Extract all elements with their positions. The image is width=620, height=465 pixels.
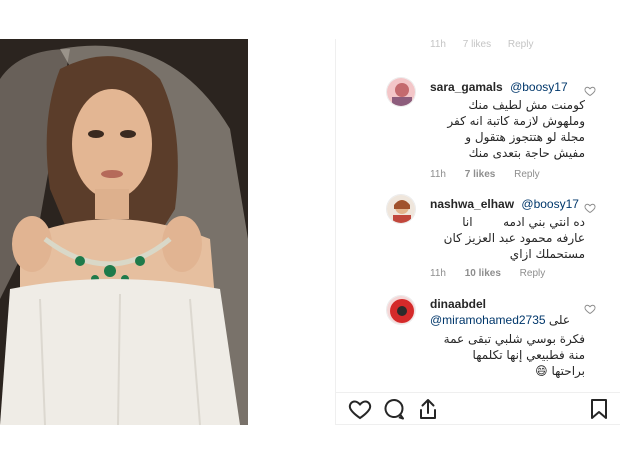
comment-text: ده انتي بني ادمه انا عارفه محمود عبد الع…: [430, 214, 585, 262]
comment-time: 11h: [430, 268, 446, 279]
comment-header: dinaabdel: [430, 297, 486, 311]
comment-header: nashwa_elhaw @boosy17: [430, 197, 579, 211]
comment-line: ده انتي بني ادمه انا: [430, 214, 585, 230]
comment-time: 11h: [430, 39, 446, 50]
comment-likes[interactable]: 7 likes: [463, 39, 491, 50]
comment-mention-line: @miramohamed2735 على: [430, 313, 570, 327]
share-icon[interactable]: [416, 397, 440, 421]
instagram-post: 11h 7 likes Reply sara_gamals @boosy17 ك…: [0, 0, 620, 465]
reply-link[interactable]: Reply: [520, 268, 546, 279]
comment-meta: 11h 10 likes Reply: [430, 268, 561, 279]
reply-link[interactable]: Reply: [514, 169, 540, 180]
comment-mention[interactable]: @boosy17: [521, 197, 579, 211]
reply-link[interactable]: Reply: [508, 39, 534, 50]
avatar[interactable]: [386, 194, 416, 224]
previous-comment-meta: 11h 7 likes Reply: [430, 39, 547, 59]
comment-line: فكرة بوسي شلبي تبقى عمة: [443, 332, 585, 346]
post-photo: [0, 39, 248, 425]
comment-line: براحتها 😄: [535, 364, 585, 378]
comment-header: sara_gamals @boosy17: [430, 80, 568, 94]
comment-line: وملهوش لازمة كاتبة انه كفر: [447, 114, 585, 128]
comment-icon[interactable]: [382, 397, 406, 421]
comment-line: مجلة لو هتتجوز هتقول و: [465, 130, 585, 144]
comment-likes[interactable]: 10 likes: [465, 268, 501, 279]
actions-divider: [335, 392, 620, 393]
comment-username[interactable]: sara_gamals: [430, 80, 503, 94]
comment-line: عارفه محمود عبد العزيز كان: [443, 231, 585, 245]
comment-line: منة فطبيعي إنها تكلمها: [472, 348, 585, 362]
heart-icon[interactable]: [584, 202, 596, 214]
avatar[interactable]: [386, 77, 416, 107]
comment-username[interactable]: nashwa_elhaw: [430, 197, 514, 211]
comment-line: مفيش حاجة بتعدى منك: [468, 146, 585, 160]
bookmark-icon[interactable]: [587, 397, 611, 421]
comments-panel: 11h 7 likes Reply sara_gamals @boosy17 ك…: [335, 39, 620, 425]
heart-icon[interactable]: [584, 85, 596, 97]
post-bottom-border: [335, 424, 620, 425]
comment-meta: 11h 7 likes Reply: [430, 169, 556, 180]
comment-line: كومنت مش لطيف منك: [468, 98, 585, 112]
comment-mention[interactable]: @boosy17: [510, 80, 568, 94]
comment-phrase: ده انتي بني ادمه: [503, 215, 585, 229]
comment-mention[interactable]: @miramohamed2735: [430, 313, 546, 327]
comment-prefix: على: [548, 313, 571, 327]
comment-time: 11h: [430, 169, 446, 180]
avatar[interactable]: [386, 295, 416, 325]
heart-icon[interactable]: [348, 397, 372, 421]
comment-username[interactable]: dinaabdel: [430, 297, 486, 311]
comment-phrase: انا: [462, 215, 473, 229]
comment-line: مستحملك ازاي: [509, 247, 585, 261]
comment-likes[interactable]: 7 likes: [465, 169, 496, 180]
comment-text: كومنت مش لطيف منك وملهوش لازمة كاتبة انه…: [430, 97, 585, 161]
comment-text: فكرة بوسي شلبي تبقى عمة منة فطبيعي إنها …: [430, 331, 585, 379]
heart-icon[interactable]: [584, 303, 596, 315]
